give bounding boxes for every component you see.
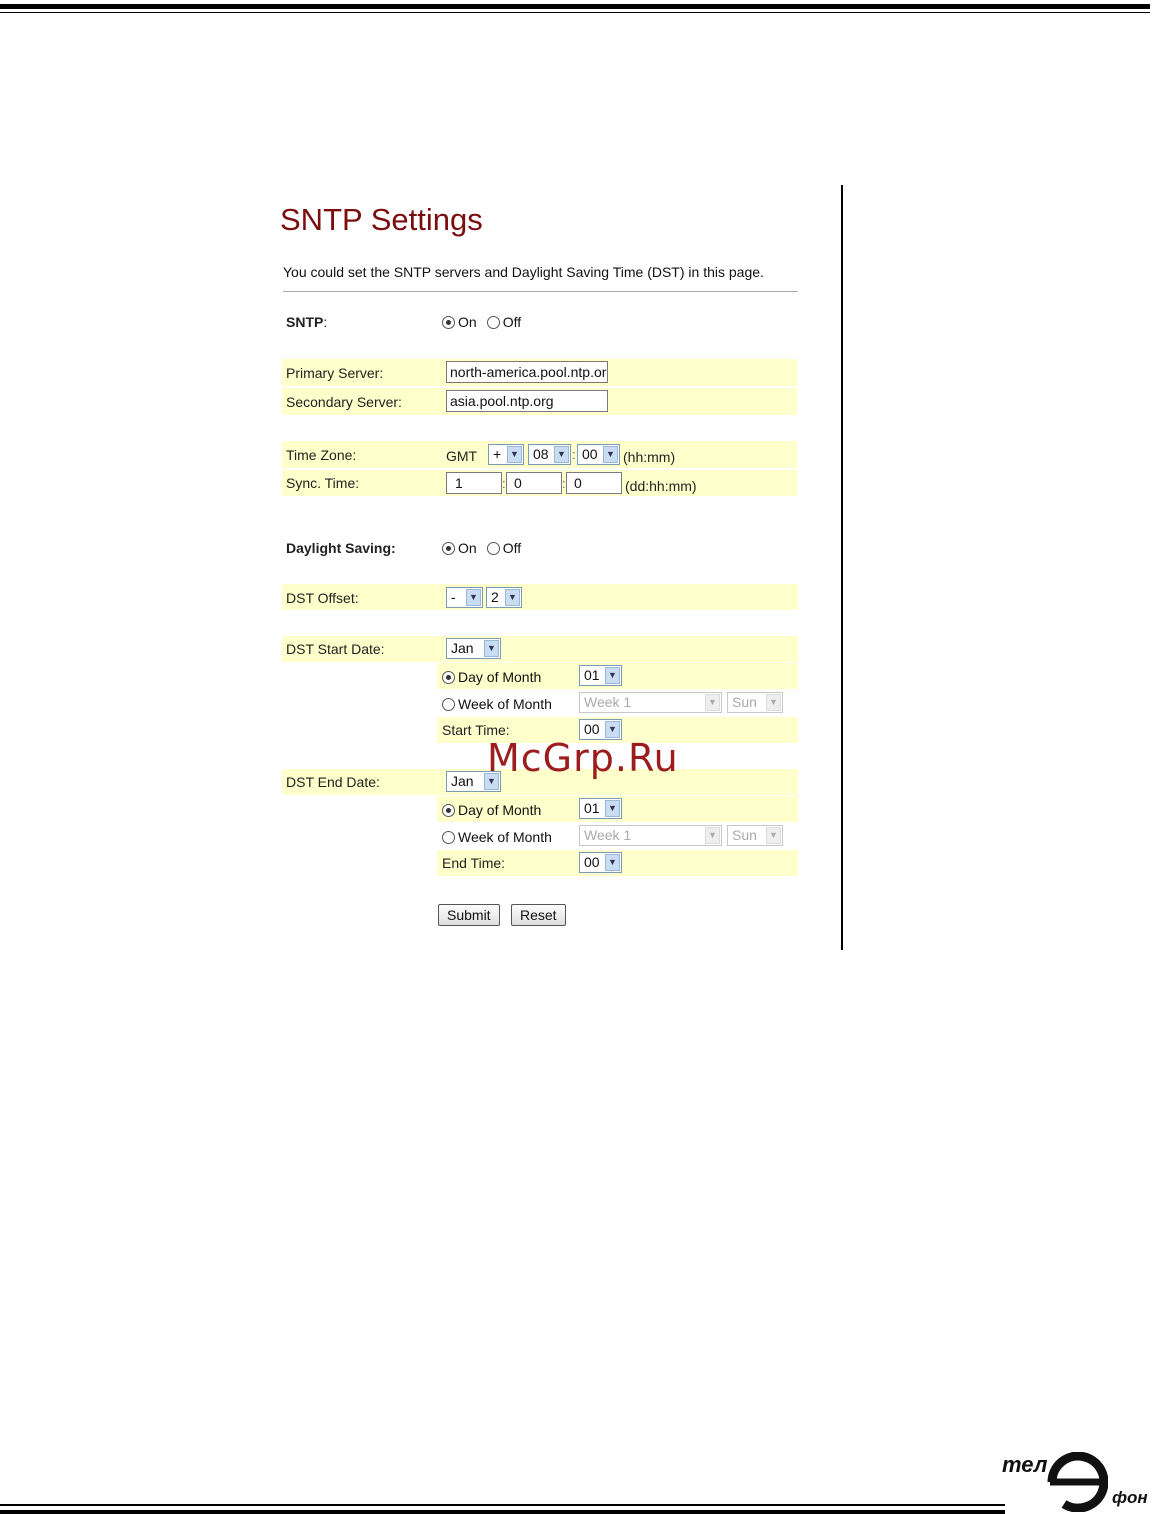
dst-start-label: DST Start Date:: [286, 641, 385, 657]
submit-button[interactable]: Submit: [438, 904, 500, 926]
radio-selected-icon: [442, 541, 455, 555]
radio-selected-icon: [442, 315, 455, 329]
daylight-on-radio[interactable]: On: [442, 540, 477, 556]
sntp-off-radio[interactable]: Off: [486, 314, 521, 330]
dst-offset-value-select[interactable]: 2 ▼: [486, 587, 522, 608]
timezone-sign-select[interactable]: + ▼: [488, 444, 524, 465]
chevron-down-icon: ▼: [505, 589, 520, 606]
radio-unselected-icon: [486, 541, 500, 555]
dst-end-week-select[interactable]: Week 1 ▼: [579, 825, 722, 846]
dst-end-time-select[interactable]: 00 ▼: [579, 852, 622, 873]
chevron-down-icon: ▼: [466, 589, 481, 606]
daylight-saving-label: Daylight Saving:: [286, 540, 396, 556]
chevron-down-icon: ▼: [605, 667, 620, 684]
timezone-separator: :: [572, 447, 576, 462]
dst-end-label: DST End Date:: [286, 774, 380, 790]
header-divider: [283, 291, 798, 292]
dst-end-week-of-month-radio[interactable]: Week of Month: [442, 829, 552, 845]
chevron-down-icon: ▼: [603, 446, 618, 463]
chevron-down-icon: ▼: [507, 446, 522, 463]
page-intro: You could set the SNTP servers and Dayli…: [283, 264, 764, 280]
daylight-radio-group: On Off: [442, 540, 521, 556]
primary-server-input[interactable]: north-america.pool.ntp.org: [446, 361, 608, 383]
chevron-down-icon: ▼: [554, 446, 569, 463]
chevron-down-icon: ▼: [705, 827, 720, 844]
bottom-rule: [0, 1510, 1005, 1514]
logo-e-mark: [1047, 1452, 1108, 1512]
chevron-down-icon: ▼: [705, 694, 720, 711]
timezone-hours-select[interactable]: 08 ▼: [528, 444, 571, 465]
dst-offset-sign-select[interactable]: - ▼: [446, 587, 483, 608]
dst-start-week-of-month-radio[interactable]: Week of Month: [442, 696, 552, 712]
sntp-label: SNTP:: [286, 314, 328, 330]
chevron-down-icon: ▼: [484, 640, 499, 657]
dst-end-time-label: End Time:: [442, 855, 506, 871]
sync-time-unit: (dd:hh:mm): [625, 478, 697, 494]
sync-hours-input[interactable]: 0: [506, 472, 562, 494]
dst-start-day-select[interactable]: 01 ▼: [579, 665, 622, 686]
dst-start-week-select[interactable]: Week 1 ▼: [579, 692, 722, 713]
chevron-down-icon: ▼: [766, 827, 781, 844]
timezone-minutes-select[interactable]: 00 ▼: [577, 444, 620, 465]
dst-start-weekday-select[interactable]: Sun ▼: [727, 692, 783, 713]
radio-selected-icon: [442, 803, 455, 817]
sync-time-label: Sync. Time:: [286, 475, 360, 491]
sync-days-input[interactable]: 1: [446, 472, 502, 494]
watermark-text: McGrp.Ru: [487, 736, 679, 780]
side-divider: [841, 185, 843, 950]
dst-start-month-select[interactable]: Jan ▼: [446, 638, 501, 659]
dst-start-day-of-month-radio[interactable]: Day of Month: [442, 669, 541, 685]
radio-unselected-icon: [442, 697, 455, 711]
radio-unselected-icon: [442, 830, 455, 844]
chevron-down-icon: ▼: [605, 800, 620, 817]
timezone-prefix: GMT: [446, 448, 478, 464]
chevron-down-icon: ▼: [605, 854, 620, 871]
timezone-label: Time Zone:: [286, 447, 357, 463]
dst-end-weekday-select[interactable]: Sun ▼: [727, 825, 783, 846]
dst-end-day-select[interactable]: 01 ▼: [579, 798, 622, 819]
top-rule-thin: [0, 12, 1150, 13]
logo-text-top: тел: [1002, 1452, 1048, 1477]
sntp-radio-group: On Off: [442, 314, 521, 330]
sync-minutes-input[interactable]: 0: [566, 472, 622, 494]
primary-server-label: Primary Server:: [286, 365, 384, 381]
secondary-server-label: Secondary Server:: [286, 394, 402, 410]
radio-selected-icon: [442, 670, 455, 684]
timezone-unit: (hh:mm): [623, 449, 676, 465]
logo-text-bottom: фон: [1112, 1488, 1148, 1507]
sntp-on-radio[interactable]: On: [442, 314, 477, 330]
secondary-server-input[interactable]: asia.pool.ntp.org: [446, 390, 608, 412]
page-title: SNTP Settings: [280, 202, 483, 237]
chevron-down-icon: ▼: [766, 694, 781, 711]
radio-unselected-icon: [486, 315, 500, 329]
dst-end-day-of-month-radio[interactable]: Day of Month: [442, 802, 541, 818]
reset-button[interactable]: Reset: [511, 904, 566, 926]
dst-offset-label: DST Offset:: [286, 590, 359, 606]
dst-offset-row: [282, 584, 798, 610]
top-rule: [0, 4, 1150, 9]
bottom-rule-thin: [0, 1504, 1005, 1506]
daylight-off-radio[interactable]: Off: [486, 540, 521, 556]
